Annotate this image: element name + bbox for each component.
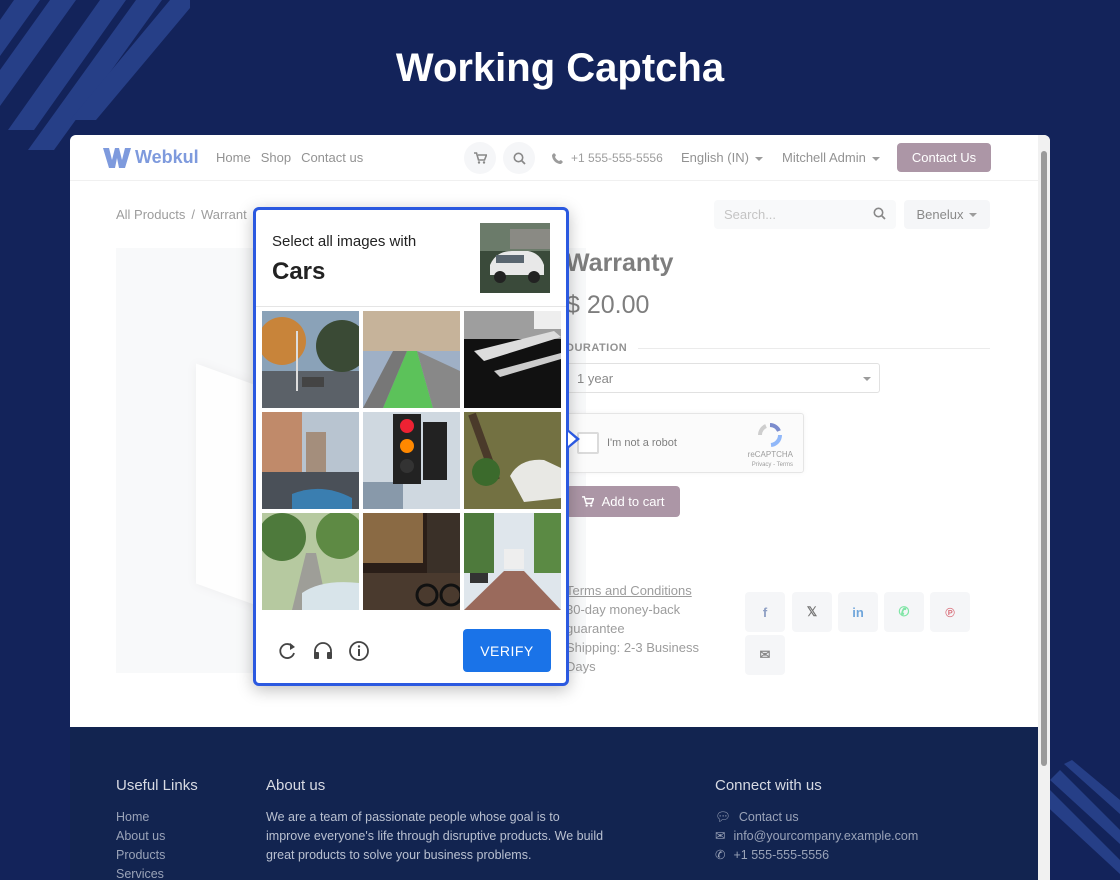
captcha-tile-6[interactable] — [464, 412, 561, 509]
footer-phone-label: +1 555-555-5556 — [733, 848, 830, 862]
captcha-divider — [256, 306, 566, 307]
footer-link[interactable]: Products — [116, 846, 198, 865]
footer-useful-links-title: Useful Links — [116, 777, 198, 794]
reload-icon[interactable] — [276, 640, 298, 662]
captcha-tile-3[interactable] — [464, 311, 561, 408]
captcha-tile-9[interactable] — [464, 513, 561, 610]
verify-button[interactable]: VERIFY — [463, 629, 551, 672]
footer-email-link[interactable]: ✉ info@yourcompany.example.com — [715, 827, 918, 846]
footer-email-label: info@yourcompany.example.com — [733, 829, 919, 843]
captcha-tile-1[interactable] — [262, 311, 359, 408]
info-icon[interactable] — [348, 640, 370, 662]
captcha-target: Cars — [272, 258, 326, 285]
footer-link[interactable]: About us — [116, 827, 198, 846]
chat-icon: 💬︎ — [715, 810, 731, 824]
audio-icon[interactable] — [312, 640, 334, 662]
footer-about-text: We are a team of passionate people whose… — [266, 810, 604, 862]
captcha-image-grid — [262, 311, 562, 611]
site-footer: Useful Links Home About us Products Serv… — [70, 727, 1038, 880]
captcha-challenge-popup: Select all images with Cars VERIFY — [253, 207, 580, 686]
captcha-prompt: Select all images with — [272, 233, 417, 250]
popup-pointer-inner — [568, 432, 576, 446]
footer-contact-link[interactable]: 💬︎ Contact us — [715, 808, 918, 827]
footer-connect-title: Connect with us — [715, 777, 822, 794]
captcha-tile-2[interactable] — [363, 311, 460, 408]
footer-connect: Connect with us 💬︎ Contact us ✉ info@yourc… — [715, 777, 918, 865]
email-icon: ✉ — [715, 829, 726, 843]
captcha-tile-5[interactable] — [363, 412, 460, 509]
footer-link[interactable]: Home — [116, 808, 198, 827]
page-title: Working Captcha — [395, 46, 725, 90]
captcha-tile-4[interactable] — [262, 412, 359, 509]
footer-useful-links: Useful Links Home About us Products Serv… — [116, 777, 198, 880]
footer-link[interactable]: Services — [116, 865, 198, 880]
captcha-example-image — [480, 223, 550, 293]
footer-about: About us We are a team of passionate peo… — [266, 777, 606, 865]
footer-contact-label: Contact us — [738, 810, 799, 824]
scrollbar[interactable] — [1038, 135, 1050, 880]
captcha-controls — [276, 640, 370, 662]
captcha-tile-7[interactable] — [262, 513, 359, 610]
scrollbar-thumb[interactable] — [1041, 151, 1047, 766]
phone-icon: ✆ — [715, 848, 726, 862]
footer-about-title: About us — [266, 777, 326, 794]
captcha-tile-8[interactable] — [363, 513, 460, 610]
footer-phone-link[interactable]: ✆ +1 555-555-5556 — [715, 846, 918, 865]
decorative-stripes-bottom — [1040, 760, 1120, 880]
